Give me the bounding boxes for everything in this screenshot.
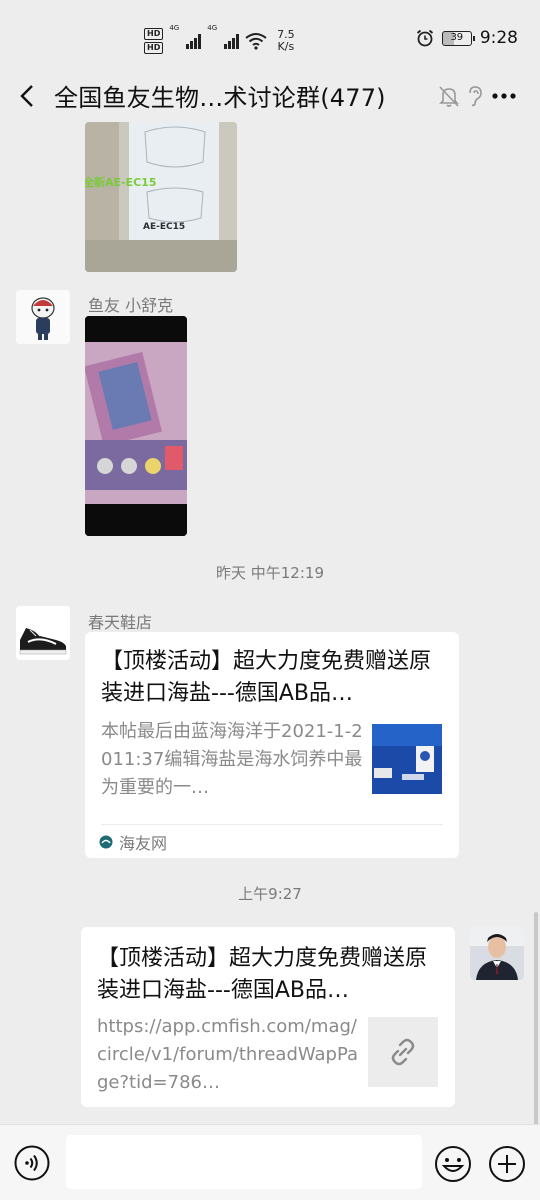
card-description: 本帖最后由蓝海海洋于2021-1-2011:37编辑海盐是海水饲养中最为重要的一… <box>101 721 363 798</box>
link-icon <box>391 1038 415 1066</box>
link-card[interactable]: 【顶楼活动】超大力度免费赠送原装进口海盐---德国AB品… 本帖最后由蓝海海洋于… <box>85 632 459 858</box>
more-icon[interactable] <box>490 84 518 108</box>
source-logo-icon <box>99 835 113 849</box>
status-bar: HD HD 4G 4G 7.5 K/s 39 9:28 <box>0 0 540 70</box>
video-message[interactable] <box>85 316 187 536</box>
timestamp: 上午9:27 <box>238 885 302 903</box>
my-avatar[interactable] <box>470 926 524 980</box>
battery-icon: 39 <box>441 30 475 46</box>
signal-icon <box>224 33 240 49</box>
hd-badge: HD <box>144 28 164 40</box>
input-bar <box>0 1124 540 1200</box>
sender-name: 春天鞋店 <box>88 613 153 632</box>
card-divider <box>101 824 443 825</box>
sneaker-avatar-icon <box>16 606 70 660</box>
message-list[interactable]: 全新AE-EC15 AE-EC15 鱼友 小舒克 昨天 中午12:19 春天鞋店… <box>0 122 540 1124</box>
avatar[interactable] <box>16 290 70 344</box>
status-left: HD HD 4G 4G 7.5 K/s <box>144 24 295 58</box>
source-name: 海友网 <box>119 834 168 853</box>
plus-icon[interactable] <box>488 1145 526 1183</box>
card-url: https://app.cmfish.com/mag/circle/v1/for… <box>97 1016 359 1093</box>
scrollbar[interactable] <box>534 912 538 1124</box>
image-caption: 全新AE-EC15 <box>85 176 157 189</box>
avatar[interactable] <box>16 606 70 660</box>
product-photo <box>85 122 237 272</box>
wifi-icon <box>245 33 267 50</box>
chat-title: 全国鱼友生物…术讨论群(477) <box>54 84 386 112</box>
timestamp: 昨天 中午12:19 <box>216 564 324 582</box>
cartoon-avatar-icon <box>16 290 70 344</box>
signal-label: 4G <box>169 24 180 32</box>
signal-label: 4G <box>207 24 218 32</box>
back-icon[interactable] <box>16 82 40 110</box>
chat-header: 全国鱼友生物…术讨论群(477) <box>0 70 540 122</box>
emoji-icon[interactable] <box>434 1145 472 1183</box>
card-title: 【顶楼活动】超大力度免费赠送原装进口海盐---德国AB品… <box>101 649 432 706</box>
alarm-icon <box>416 29 433 47</box>
network-speed: 7.5 K/s <box>277 29 295 53</box>
hd-badge: HD <box>144 42 164 54</box>
link-card[interactable]: 【顶楼活动】超大力度免费赠送原装进口海盐---德国AB品… https://ap… <box>81 927 455 1107</box>
sender-name: 鱼友 小舒克 <box>88 296 174 315</box>
signal-icon <box>186 33 202 49</box>
status-right: 39 9:28 <box>416 28 518 48</box>
video-thumbnail <box>85 316 187 536</box>
ear-icon <box>469 86 482 107</box>
card-source: 海友网 <box>99 830 167 854</box>
link-thumbnail <box>368 1017 438 1087</box>
status-time: 9:28 <box>479 28 518 48</box>
mute-icon <box>439 86 459 107</box>
card-title: 【顶楼活动】超大力度免费赠送原装进口海盐---德国AB品… <box>97 946 428 1003</box>
card-thumbnail <box>372 724 442 794</box>
message-input[interactable] <box>66 1135 422 1189</box>
image-message[interactable]: 全新AE-EC15 AE-EC15 <box>85 122 237 272</box>
hd-indicators: HD HD <box>144 28 164 54</box>
net-speed-unit: K/s <box>277 40 295 53</box>
person-avatar-icon <box>470 926 524 980</box>
image-model-label: AE-EC15 <box>143 222 186 232</box>
voice-icon[interactable] <box>14 1145 50 1181</box>
